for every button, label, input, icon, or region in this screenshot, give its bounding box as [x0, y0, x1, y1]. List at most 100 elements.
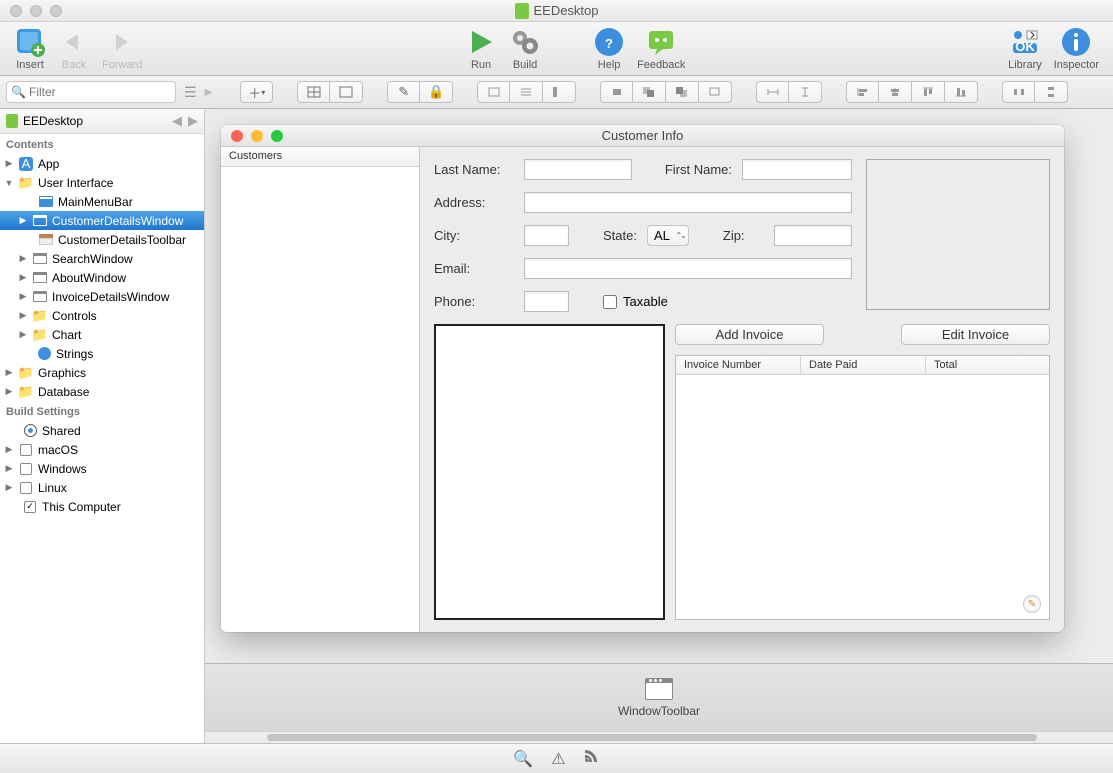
warning-status-icon[interactable]: ⚠ — [551, 749, 565, 769]
checkbox-icon[interactable] — [18, 462, 34, 476]
horizontal-scrollbar[interactable] — [205, 731, 1113, 743]
feed-status-icon[interactable] — [584, 749, 600, 768]
tree-custtoolbar[interactable]: CustomerDetailsToolbar — [0, 230, 204, 249]
win-zoom-icon[interactable] — [271, 130, 283, 142]
checkbox-icon[interactable] — [18, 443, 34, 457]
notes-listbox[interactable] — [434, 324, 665, 620]
align-4-button[interactable] — [945, 81, 978, 103]
win-min-icon[interactable] — [251, 130, 263, 142]
checkbox-icon[interactable] — [18, 481, 34, 495]
customer-window[interactable]: Customer Info Customers Last Name: — [221, 125, 1064, 632]
nav-forward-icon[interactable]: ▶ — [188, 113, 198, 129]
bottom-tray[interactable]: WindowToolbar — [205, 663, 1113, 731]
tree-ui[interactable]: ▼ 📁 User Interface — [0, 173, 204, 192]
build-linux[interactable]: ▶ Linux — [0, 478, 204, 497]
add-invoice-button[interactable]: Add Invoice — [675, 324, 824, 345]
align-3-button[interactable] — [912, 81, 945, 103]
tree-custwindow[interactable]: ▶ CustomerDetailsWindow — [0, 211, 204, 230]
col-total[interactable]: Total — [926, 356, 1049, 374]
disclosure-icon[interactable]: ▶ — [4, 482, 14, 493]
help-button[interactable]: ? Help — [587, 26, 631, 71]
edit-invoice-button[interactable]: Edit Invoice — [901, 324, 1050, 345]
tree-app[interactable]: ▶ A App — [0, 154, 204, 173]
list-icon[interactable]: ☰ — [184, 84, 197, 101]
back-button[interactable]: Back — [52, 26, 96, 71]
layout-3-button[interactable] — [543, 81, 576, 103]
lastname-input[interactable] — [524, 159, 632, 180]
forward-button[interactable]: Forward — [96, 26, 148, 71]
tree-strings[interactable]: Strings — [0, 344, 204, 363]
disclosure-icon[interactable]: ▶ — [18, 253, 28, 264]
disclosure-icon[interactable]: ▶ — [18, 291, 28, 302]
add-button[interactable]: ＋ ▾ — [240, 81, 273, 103]
tree-controls[interactable]: ▶ 📁 Controls — [0, 306, 204, 325]
col-invoice-number[interactable]: Invoice Number — [676, 356, 801, 374]
disclosure-icon[interactable]: ▶ — [4, 158, 14, 169]
tree-searchwin[interactable]: ▶ SearchWindow — [0, 249, 204, 268]
taxable-input[interactable] — [603, 295, 617, 309]
close-dot[interactable] — [10, 5, 22, 17]
fill-h-button[interactable] — [756, 81, 789, 103]
edit-button[interactable]: ✎ — [387, 81, 420, 103]
windowtoolbar-icon[interactable] — [645, 678, 673, 700]
zoom-dot[interactable] — [50, 5, 62, 17]
tree-aboutwin[interactable]: ▶ AboutWindow — [0, 268, 204, 287]
tree-invoicewin[interactable]: ▶ InvoiceDetailsWindow — [0, 287, 204, 306]
play-mini-icon[interactable]: ▶ — [205, 87, 213, 98]
disclosure-icon[interactable]: ▶ — [4, 463, 14, 474]
design-canvas[interactable]: Customer Info Customers Last Name: — [205, 109, 1113, 663]
build-macos[interactable]: ▶ macOS — [0, 440, 204, 459]
tree-graphics[interactable]: ▶ 📁 Graphics — [0, 363, 204, 382]
library-button[interactable]: OK Library — [1002, 26, 1048, 71]
order-2-button[interactable] — [633, 81, 666, 103]
zip-input[interactable] — [774, 225, 852, 246]
search-status-icon[interactable]: 🔍 — [513, 749, 533, 769]
run-button[interactable]: Run — [459, 26, 503, 71]
feedback-button[interactable]: Feedback — [631, 26, 691, 71]
address-input[interactable] — [524, 192, 852, 213]
inspector-button[interactable]: Inspector — [1048, 26, 1105, 71]
invoice-table[interactable]: Invoice Number Date Paid Total ✎ — [675, 355, 1050, 620]
build-windows[interactable]: ▶ Windows — [0, 459, 204, 478]
fill-v-button[interactable] — [789, 81, 822, 103]
photo-placeholder[interactable] — [866, 159, 1050, 310]
build-button[interactable]: Build — [503, 26, 547, 71]
order-1-button[interactable] — [600, 81, 633, 103]
insert-button[interactable]: Insert — [8, 26, 52, 71]
state-select[interactable]: AL — [647, 225, 689, 246]
disclosure-icon[interactable]: ▶ — [4, 444, 14, 455]
tree-mainmenu[interactable]: MainMenuBar — [0, 192, 204, 211]
view-single-button[interactable] — [330, 81, 363, 103]
disclosure-icon[interactable]: ▶ — [18, 215, 28, 226]
nav-back-icon[interactable]: ◀ — [172, 113, 182, 129]
tree-chart[interactable]: ▶ 📁 Chart — [0, 325, 204, 344]
view-grid-button[interactable] — [297, 81, 330, 103]
taxable-checkbox[interactable]: Taxable — [603, 294, 668, 309]
tree-database[interactable]: ▶ 📁 Database — [0, 382, 204, 401]
build-this-computer[interactable]: ✓ This Computer — [0, 497, 204, 516]
project-header[interactable]: EEDesktop ◀ ▶ — [0, 109, 204, 134]
filter-input[interactable] — [6, 81, 176, 103]
city-input[interactable] — [524, 225, 569, 246]
disclosure-icon[interactable]: ▶ — [18, 329, 28, 340]
order-4-button[interactable] — [699, 81, 732, 103]
disclosure-icon[interactable]: ▶ — [4, 367, 14, 378]
disclosure-icon[interactable]: ▶ — [4, 386, 14, 397]
col-date-paid[interactable]: Date Paid — [801, 356, 926, 374]
firstname-input[interactable] — [742, 159, 852, 180]
win-close-icon[interactable] — [231, 130, 243, 142]
edit-pencil-icon[interactable]: ✎ — [1023, 595, 1041, 613]
disclosure-icon[interactable]: ▼ — [4, 178, 14, 188]
layout-2-button[interactable] — [510, 81, 543, 103]
space-v-button[interactable] — [1035, 81, 1068, 103]
disclosure-icon[interactable]: ▶ — [18, 272, 28, 283]
checkbox-checked-icon[interactable]: ✓ — [22, 500, 38, 514]
scrollbar-thumb[interactable] — [267, 734, 1037, 741]
lock-button[interactable]: 🔒 — [420, 81, 453, 103]
customers-list[interactable]: Customers — [221, 147, 420, 632]
layout-1-button[interactable] — [477, 81, 510, 103]
phone-input[interactable] — [524, 291, 569, 312]
minimize-dot[interactable] — [30, 5, 42, 17]
align-1-button[interactable] — [846, 81, 879, 103]
align-2-button[interactable] — [879, 81, 912, 103]
